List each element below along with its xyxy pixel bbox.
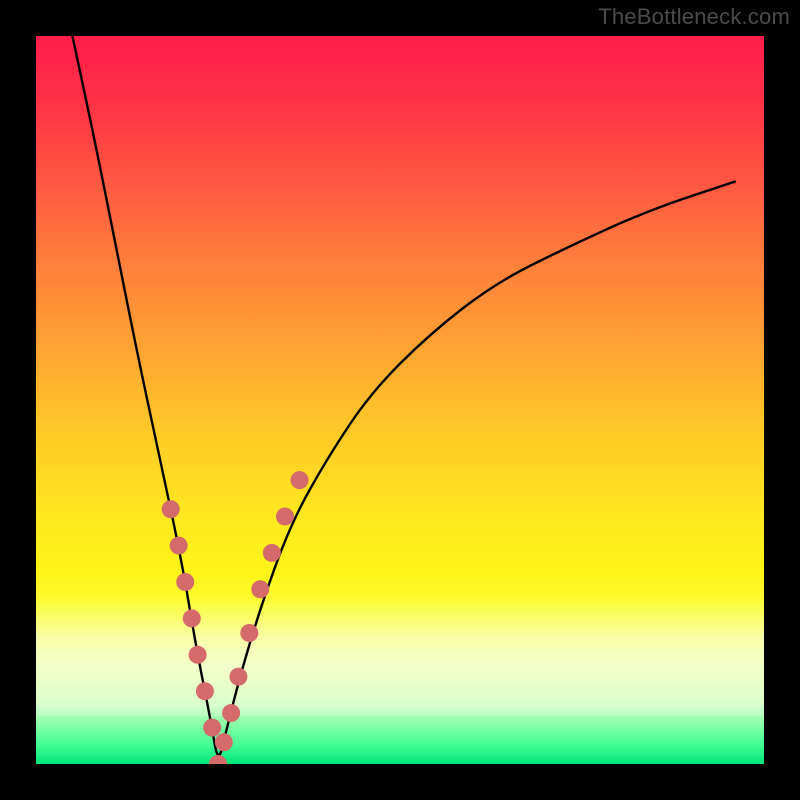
dot (251, 580, 269, 598)
dot (196, 682, 214, 700)
dot (229, 668, 247, 686)
dot (240, 624, 258, 642)
watermark: TheBottleneck.com (598, 4, 790, 30)
dot (162, 500, 180, 518)
chart-frame: TheBottleneck.com (0, 0, 800, 800)
dot (176, 573, 194, 591)
highlighted-dots (162, 471, 309, 764)
curve-layer (36, 36, 764, 764)
dot (170, 537, 188, 555)
dot (263, 544, 281, 562)
dot (209, 755, 227, 764)
bottleneck-curve (72, 36, 734, 755)
dot (183, 609, 201, 627)
dot (203, 719, 221, 737)
dot (215, 733, 233, 751)
dot (291, 471, 309, 489)
plot-area (36, 36, 764, 764)
dot (189, 646, 207, 664)
dot (222, 704, 240, 722)
dot (276, 507, 294, 525)
